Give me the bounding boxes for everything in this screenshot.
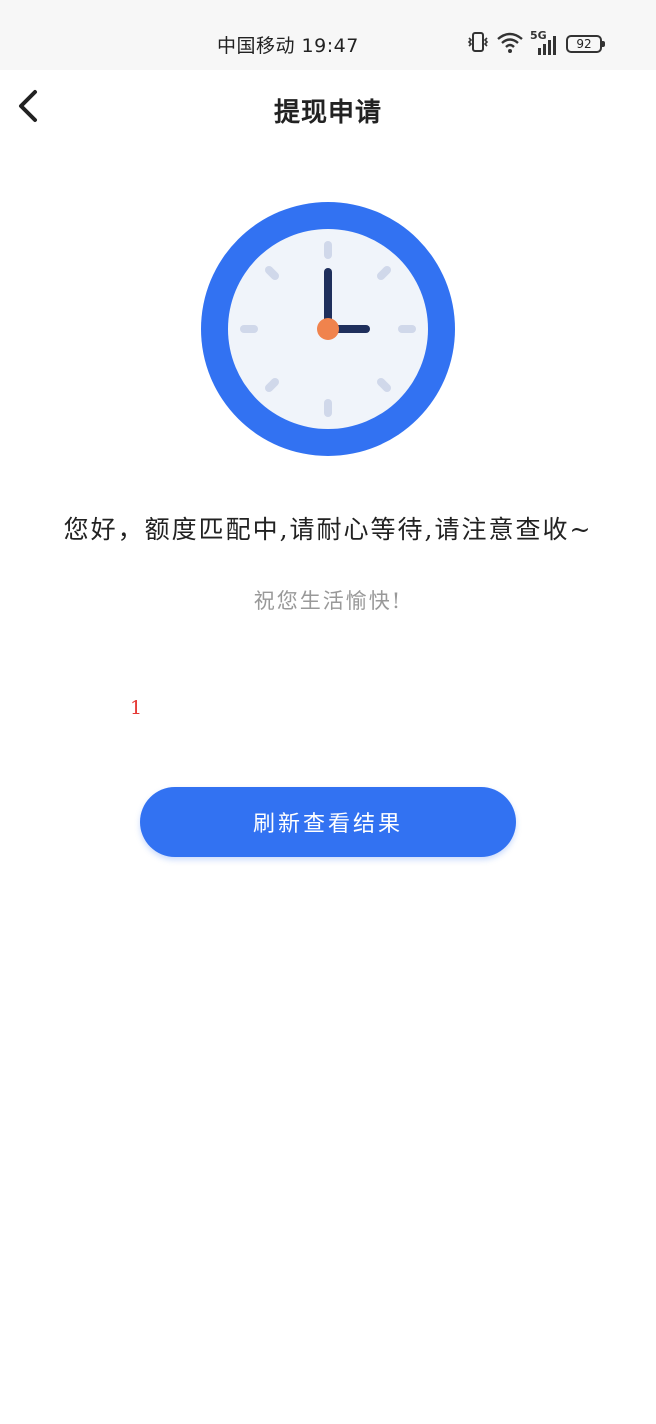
page-title: 提现申请: [273, 98, 382, 128]
refresh-button[interactable]: 刷新查看结果: [140, 787, 516, 857]
status-message: 您好，额度匹配中,请耐心等待,请注意查收~: [63, 515, 593, 544]
status-icons: 5G 92: [466, 29, 605, 58]
wish-text: 祝您生活愉快!: [253, 589, 403, 613]
vibrate-icon: [466, 30, 490, 58]
battery-icon: 92: [566, 35, 605, 53]
counter-text: 1: [130, 697, 143, 719]
nav-bar: 提现申请: [0, 70, 656, 154]
clock-icon: [201, 202, 455, 456]
wifi-icon: [496, 30, 524, 58]
battery-level: 92: [576, 37, 592, 51]
status-bar: 中国移动 19:47 5G 92: [0, 0, 656, 70]
signal-icon: 5G: [530, 29, 560, 57]
carrier-time: 中国移动 19:47: [217, 35, 359, 57]
